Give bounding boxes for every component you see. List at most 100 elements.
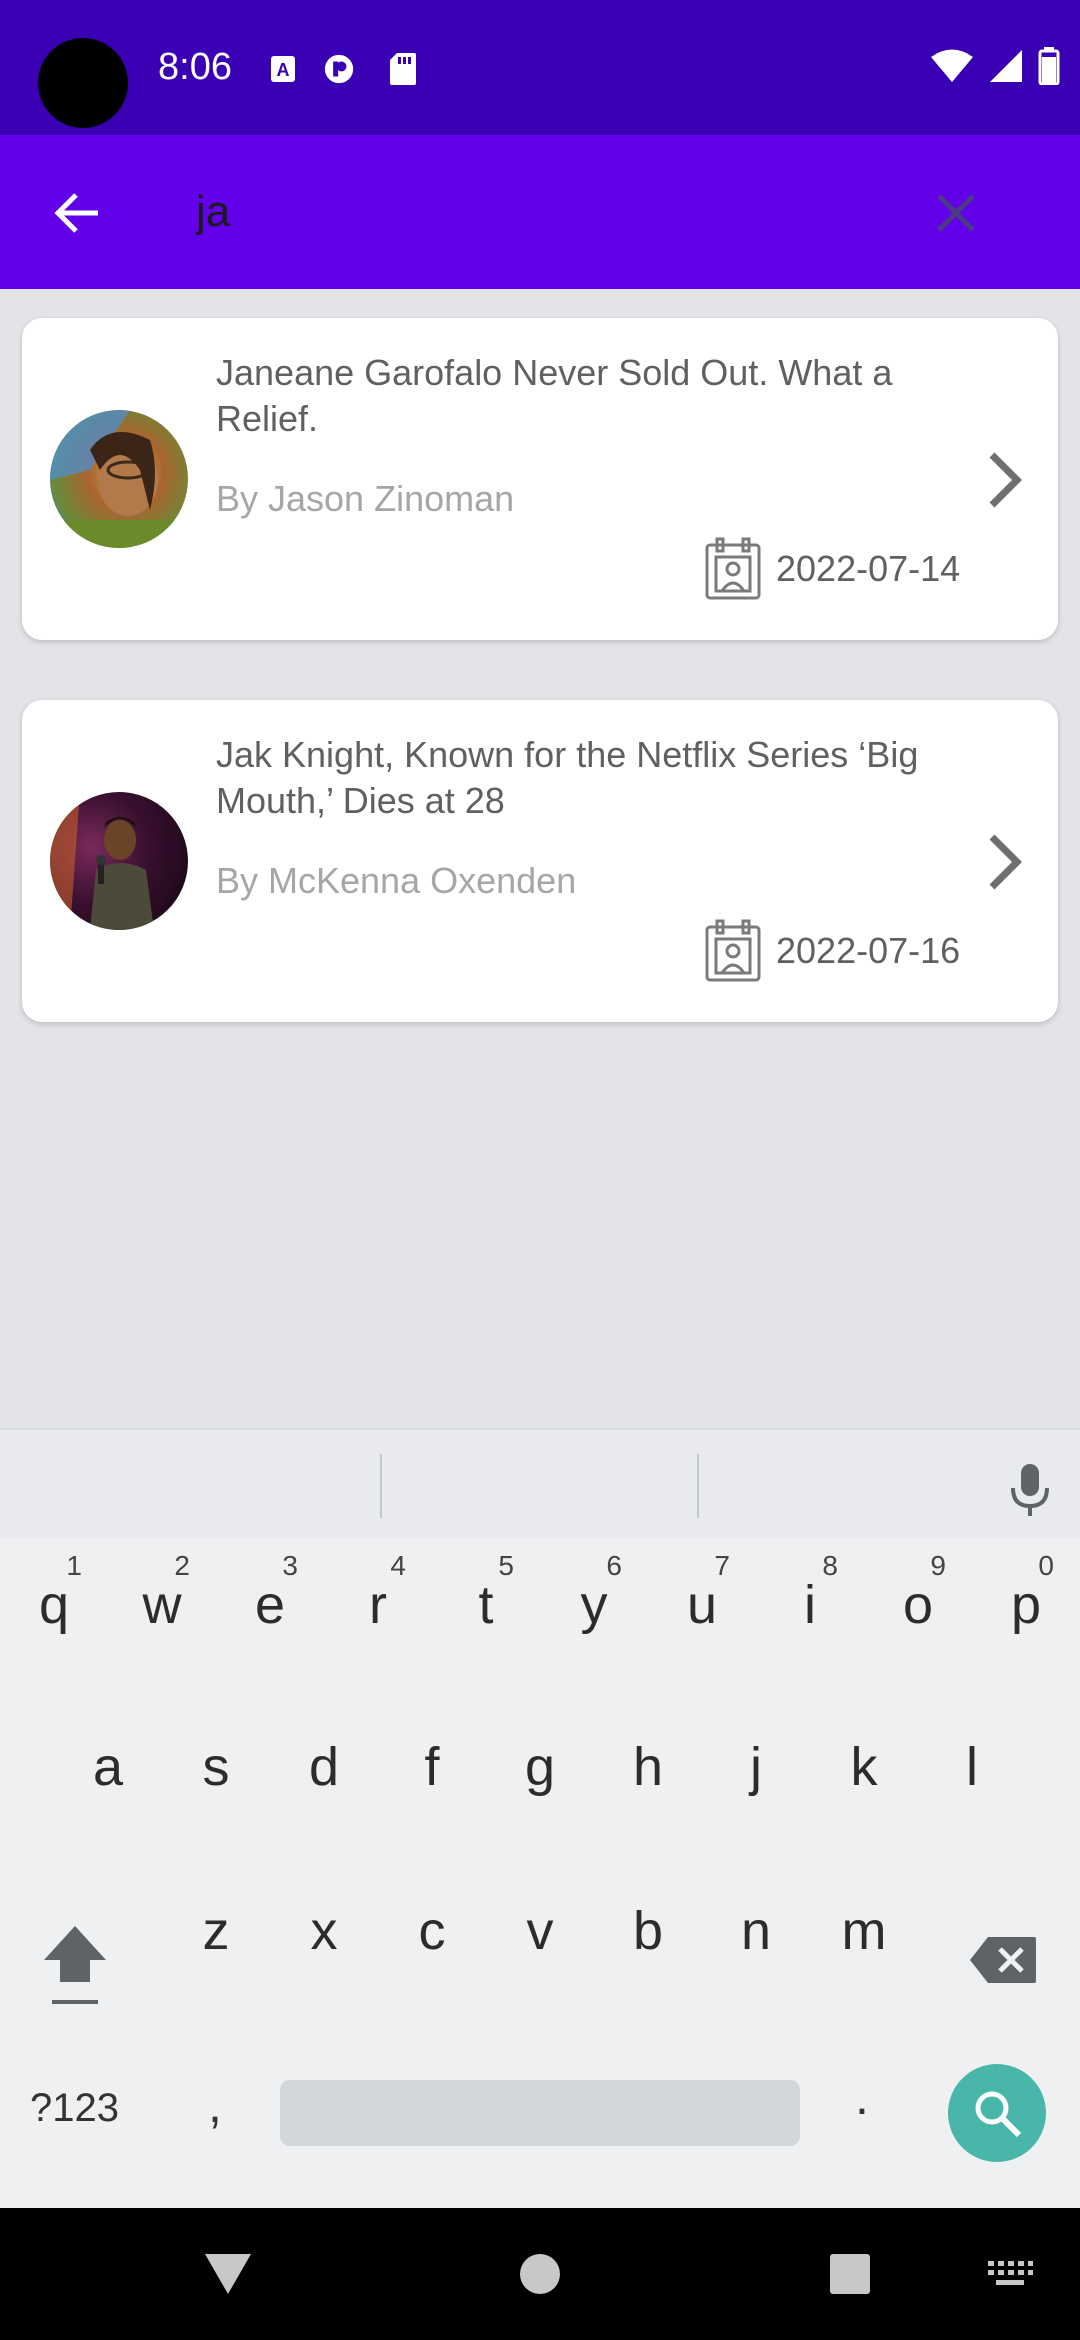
result-card[interactable]: Jak Knight, Known for the Netflix Series…: [22, 700, 1058, 1022]
calendar-person-icon: [705, 919, 761, 982]
key-letter: t: [478, 1575, 494, 1635]
key-letter: a: [92, 1737, 124, 1797]
key-e[interactable]: e3: [220, 1538, 320, 1668]
key-i[interactable]: i8: [760, 1538, 860, 1668]
soft-keyboard: q1w2e3r4t5y6u7i8o9p0 asdfghjkl zxcvbnm ?…: [0, 1428, 1080, 2208]
article-author: By Jason Zinoman: [216, 478, 515, 519]
arrow-back-icon: [54, 193, 98, 233]
article-date: 2022-07-16: [776, 930, 961, 971]
status-right-icons: [930, 46, 1060, 90]
key-letter: f: [424, 1737, 440, 1797]
chevron-right-icon[interactable]: [978, 830, 1032, 894]
system-nav-bar: [0, 2208, 1080, 2340]
key-letter: e: [254, 1575, 286, 1635]
article-title: Janeane Garofalo Never Sold Out. What a …: [216, 352, 893, 439]
period-key[interactable]: .: [855, 2068, 869, 2126]
signal-icon: [988, 48, 1024, 89]
key-hint-number: 0: [1038, 1550, 1054, 1581]
key-u[interactable]: u7: [652, 1538, 752, 1668]
article-title: Jak Knight, Known for the Netflix Series…: [216, 734, 919, 821]
wifi-icon: [930, 48, 974, 89]
circle-p-icon: [324, 52, 354, 86]
key-hint-number: 1: [66, 1550, 82, 1581]
search-app-bar: [0, 135, 1080, 289]
key-letter: d: [308, 1737, 340, 1797]
back-button[interactable]: [40, 177, 112, 249]
article-author: By McKenna Oxenden: [216, 860, 577, 901]
back-nav-icon[interactable]: [200, 2246, 256, 2302]
key-a[interactable]: a: [58, 1700, 158, 1830]
key-letter: l: [966, 1737, 978, 1797]
key-letter: o: [902, 1575, 934, 1635]
key-letter: m: [841, 1901, 887, 1961]
result-card[interactable]: Janeane Garofalo Never Sold Out. What a …: [22, 318, 1058, 640]
key-letter: h: [632, 1737, 664, 1797]
key-hint-number: 4: [390, 1550, 406, 1581]
key-l[interactable]: l: [922, 1700, 1022, 1830]
key-letter: k: [850, 1737, 878, 1797]
key-c[interactable]: c: [382, 1864, 482, 1994]
key-letter: w: [142, 1575, 182, 1635]
key-letter: b: [632, 1901, 664, 1961]
search-icon: [975, 2091, 1022, 2138]
key-d[interactable]: d: [274, 1700, 374, 1830]
microphone-icon[interactable]: [1004, 1460, 1056, 1520]
search-key[interactable]: [948, 2064, 1046, 2162]
backspace-key[interactable]: [968, 1930, 1038, 1990]
article-date-row: 2022-07-14: [704, 536, 960, 602]
sd-card-icon: [388, 52, 418, 86]
key-w[interactable]: w2: [112, 1538, 212, 1668]
key-hint-number: 7: [714, 1550, 730, 1581]
key-q[interactable]: q1: [4, 1538, 104, 1668]
key-j[interactable]: j: [706, 1700, 806, 1830]
key-r[interactable]: r4: [328, 1538, 428, 1668]
shift-key[interactable]: [38, 1920, 112, 2010]
key-p[interactable]: p0: [976, 1538, 1076, 1668]
key-letter: u: [686, 1575, 718, 1635]
calendar-person-icon: [705, 537, 761, 600]
key-f[interactable]: f: [382, 1700, 482, 1830]
suggestion-divider: [697, 1454, 699, 1518]
key-letter: i: [804, 1575, 816, 1635]
key-g[interactable]: g: [490, 1700, 590, 1830]
key-letter: c: [418, 1901, 446, 1961]
key-s[interactable]: s: [166, 1700, 266, 1830]
key-letter: g: [524, 1737, 556, 1797]
home-nav-icon[interactable]: [514, 2246, 566, 2302]
key-h[interactable]: h: [598, 1700, 698, 1830]
chevron-right-icon[interactable]: [978, 448, 1032, 512]
battery-icon: [1038, 46, 1060, 90]
key-n[interactable]: n: [706, 1864, 806, 1994]
keyboard-switch-icon[interactable]: [980, 2246, 1040, 2302]
key-letter: n: [740, 1901, 772, 1961]
comma-key[interactable]: ,: [208, 2076, 222, 2134]
key-z[interactable]: z: [166, 1864, 266, 1994]
key-m[interactable]: m: [814, 1864, 914, 1994]
space-key[interactable]: [280, 2080, 800, 2146]
key-x[interactable]: x: [274, 1864, 374, 1994]
key-y[interactable]: y6: [544, 1538, 644, 1668]
recents-nav-icon[interactable]: [824, 2246, 876, 2302]
symbols-key[interactable]: ?123: [30, 2086, 119, 2131]
key-letter: x: [310, 1901, 338, 1961]
key-v[interactable]: v: [490, 1864, 590, 1994]
key-b[interactable]: b: [598, 1864, 698, 1994]
key-t[interactable]: t5: [436, 1538, 536, 1668]
author-avatar: [50, 410, 188, 548]
close-icon: [937, 194, 975, 232]
key-letter: q: [38, 1575, 70, 1635]
keyboard-keys: q1w2e3r4t5y6u7i8o9p0 asdfghjkl zxcvbnm ?…: [0, 1538, 1080, 2208]
article-date-row: 2022-07-16: [704, 918, 960, 984]
suggestion-divider: [380, 1454, 382, 1518]
clear-search-button[interactable]: [920, 177, 992, 249]
search-input[interactable]: [196, 175, 896, 249]
a-icon: A: [268, 52, 298, 86]
key-k[interactable]: k: [814, 1700, 914, 1830]
key-hint-number: 8: [822, 1550, 838, 1581]
key-o[interactable]: o9: [868, 1538, 968, 1668]
key-hint-number: 3: [282, 1550, 298, 1581]
key-letter: s: [202, 1737, 230, 1797]
key-letter: j: [750, 1737, 762, 1797]
key-hint-number: 6: [606, 1550, 622, 1581]
status-bar: 8:06 A: [0, 0, 1080, 135]
